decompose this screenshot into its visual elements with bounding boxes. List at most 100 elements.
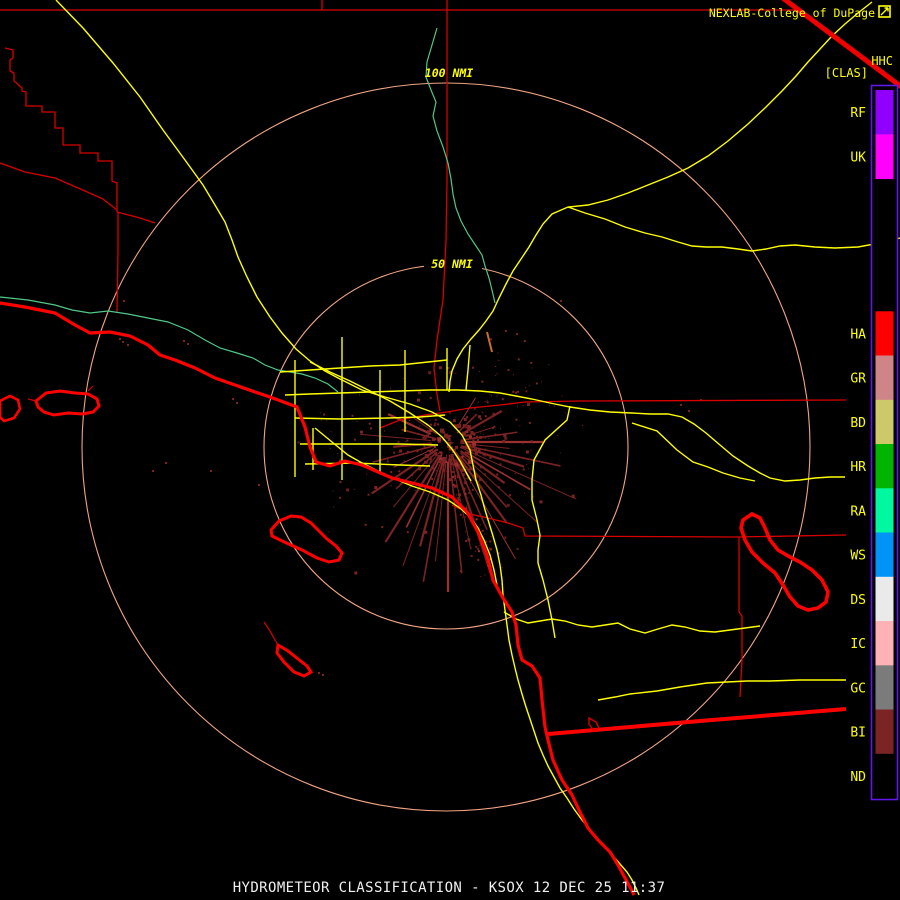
echo-speck (431, 466, 435, 470)
echo-speck (421, 418, 423, 419)
legend-swatch-nd (875, 753, 894, 799)
echo-speck (445, 414, 447, 415)
echo-speck (522, 468, 525, 471)
echo-speck (337, 453, 339, 455)
legend-label-ic: IC (850, 637, 866, 652)
echo-speck (449, 465, 452, 468)
echo-speck (455, 373, 457, 374)
echo-speck (448, 478, 452, 482)
echo-speck (438, 366, 442, 370)
echo-speck (527, 467, 529, 469)
legend-swatch-ds (875, 576, 894, 622)
echo-speck (522, 405, 524, 406)
echo-speck (688, 410, 690, 412)
echo-speck (501, 398, 504, 401)
echo-speck (474, 452, 478, 456)
radar-display: 100 NMI 50 NMI NEXLAB-College of DuPage … (0, 0, 900, 900)
echo-speck (236, 402, 238, 404)
echo-speck (480, 466, 482, 469)
echo-speck (439, 451, 443, 455)
echo-speck (680, 404, 682, 406)
echo-speck (183, 340, 185, 342)
brand-text: NEXLAB-College of DuPage (709, 6, 875, 20)
echo-speck (470, 481, 473, 484)
echo-speck (486, 399, 488, 401)
echo-speck (492, 468, 494, 470)
echo-speck (469, 489, 470, 491)
echo-speck (466, 451, 469, 454)
echo-speck (464, 425, 468, 429)
echo-speck (429, 419, 431, 421)
echo-speck (471, 488, 474, 491)
legend-label-rf: RF (850, 106, 866, 121)
echo-speck (525, 390, 528, 393)
echo-speck (517, 405, 518, 407)
echo-speck (497, 352, 499, 354)
echo-speck (119, 338, 121, 340)
echo-speck (541, 381, 542, 383)
echo-speck (480, 575, 482, 577)
echo-speck (525, 463, 527, 465)
legend-swatch-gr (875, 355, 894, 401)
echo-speck (464, 516, 466, 518)
echo-speck (456, 475, 460, 479)
echo-speck (430, 423, 433, 426)
inner-ring-label: 50 NMI (431, 257, 473, 271)
echo-speck (478, 550, 480, 553)
echo-speck (463, 418, 467, 421)
echo-speck (417, 391, 421, 395)
echo-speck (398, 470, 401, 473)
echo-speck (446, 434, 450, 439)
echo-speck (515, 333, 518, 336)
echo-speck (484, 401, 486, 402)
echo-speck (467, 416, 468, 418)
echo-speck (564, 412, 566, 414)
echo-speck (504, 436, 508, 440)
echo-speck (559, 452, 561, 454)
echo-speck (423, 436, 427, 440)
echo-speck (466, 505, 468, 507)
echo-speck (354, 571, 358, 575)
echo-speck (390, 414, 392, 416)
legend-label-nd: ND (850, 770, 866, 785)
echo-speck (386, 460, 389, 463)
echo-speck (484, 415, 487, 418)
echo-speck (467, 538, 471, 542)
echo-speck (434, 452, 438, 456)
echo-speck (499, 463, 502, 466)
echo-speck (461, 468, 463, 470)
echo-speck (444, 483, 446, 485)
echo-speck (480, 432, 482, 434)
echo-speck (390, 485, 392, 487)
echo-speck (421, 450, 423, 452)
echo-speck (582, 424, 583, 426)
echo-speck (323, 413, 326, 416)
echo-speck (414, 489, 416, 491)
echo-speck (490, 338, 492, 341)
echo-speck (502, 439, 506, 443)
echo-speck (486, 401, 489, 404)
echo-speck (440, 463, 444, 466)
echo-speck (438, 460, 442, 463)
echo-speck (469, 467, 473, 471)
echo-speck (458, 498, 460, 501)
echo-speck (427, 449, 429, 451)
echo-speck (472, 439, 475, 442)
echo-speck (455, 416, 457, 418)
echo-speck (434, 419, 437, 421)
echo-speck (442, 456, 446, 460)
echo-speck (464, 531, 466, 533)
echo-speck (482, 452, 486, 456)
echo-speck (548, 364, 550, 366)
echo-speck (432, 438, 435, 441)
echo-speck (431, 478, 434, 480)
echo-speck (475, 550, 476, 552)
echo-speck (450, 454, 454, 457)
echo-speck (399, 483, 401, 485)
echo-speck (503, 434, 507, 437)
echo-speck (512, 390, 515, 393)
echo-speck (402, 378, 404, 380)
echo-speck (360, 430, 363, 434)
echo-speck (499, 454, 501, 456)
echo-speck (484, 448, 487, 451)
